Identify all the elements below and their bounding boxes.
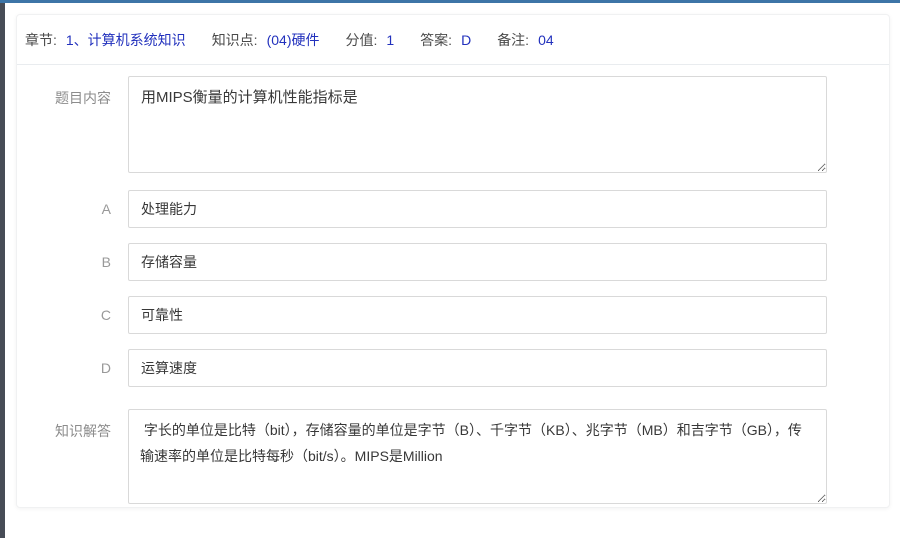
question-detail-card: 章节: 1、计算机系统知识 知识点: (04)硬件 分值: 1 答案: D 备注… bbox=[16, 14, 890, 508]
question-content-label: 题目内容 bbox=[17, 76, 111, 173]
option-c-row: C bbox=[17, 296, 889, 334]
chapter-label: 章节: bbox=[25, 30, 57, 50]
meta-score: 分值: 1 bbox=[345, 30, 394, 50]
top-accent-line bbox=[0, 0, 900, 3]
meta-remark: 备注: 04 bbox=[497, 30, 553, 50]
question-content-textarea[interactable]: 用MIPS衡量的计算机性能指标是 bbox=[128, 76, 827, 173]
option-c-input[interactable] bbox=[128, 296, 827, 334]
remark-value[interactable]: 04 bbox=[538, 32, 554, 48]
question-content-row: 题目内容 用MIPS衡量的计算机性能指标是 bbox=[17, 76, 889, 173]
score-value[interactable]: 1 bbox=[386, 32, 394, 48]
score-label: 分值: bbox=[345, 30, 377, 50]
option-d-row: D bbox=[17, 349, 889, 387]
meta-answer: 答案: D bbox=[420, 30, 471, 50]
option-b-row: B bbox=[17, 243, 889, 281]
remark-label: 备注: bbox=[497, 30, 529, 50]
option-d-input[interactable] bbox=[128, 349, 827, 387]
option-a-row: A bbox=[17, 190, 889, 228]
explanation-row: 知识解答 字长的单位是比特（bit），存储容量的单位是字节（B）、千字节（KB）… bbox=[17, 409, 889, 504]
option-c-label: C bbox=[17, 307, 111, 323]
option-a-label: A bbox=[17, 201, 111, 217]
explanation-label: 知识解答 bbox=[17, 409, 111, 504]
meta-chapter: 章节: 1、计算机系统知识 bbox=[25, 30, 186, 50]
meta-knowledge-point: 知识点: (04)硬件 bbox=[212, 30, 320, 50]
answer-label: 答案: bbox=[420, 30, 452, 50]
answer-value[interactable]: D bbox=[461, 32, 471, 48]
option-a-input[interactable] bbox=[128, 190, 827, 228]
sidebar-edge bbox=[0, 3, 5, 538]
knowledge-point-value[interactable]: (04)硬件 bbox=[267, 30, 320, 50]
chapter-value[interactable]: 1、计算机系统知识 bbox=[66, 30, 186, 50]
option-b-input[interactable] bbox=[128, 243, 827, 281]
question-meta-bar: 章节: 1、计算机系统知识 知识点: (04)硬件 分值: 1 答案: D 备注… bbox=[17, 15, 889, 65]
option-b-label: B bbox=[17, 254, 111, 270]
knowledge-point-label: 知识点: bbox=[212, 30, 258, 50]
explanation-textarea[interactable]: 字长的单位是比特（bit），存储容量的单位是字节（B）、千字节（KB）、兆字节（… bbox=[128, 409, 827, 504]
question-form: 题目内容 用MIPS衡量的计算机性能指标是 A B C D 知识解答 字长的单位… bbox=[17, 65, 889, 504]
option-d-label: D bbox=[17, 360, 111, 376]
